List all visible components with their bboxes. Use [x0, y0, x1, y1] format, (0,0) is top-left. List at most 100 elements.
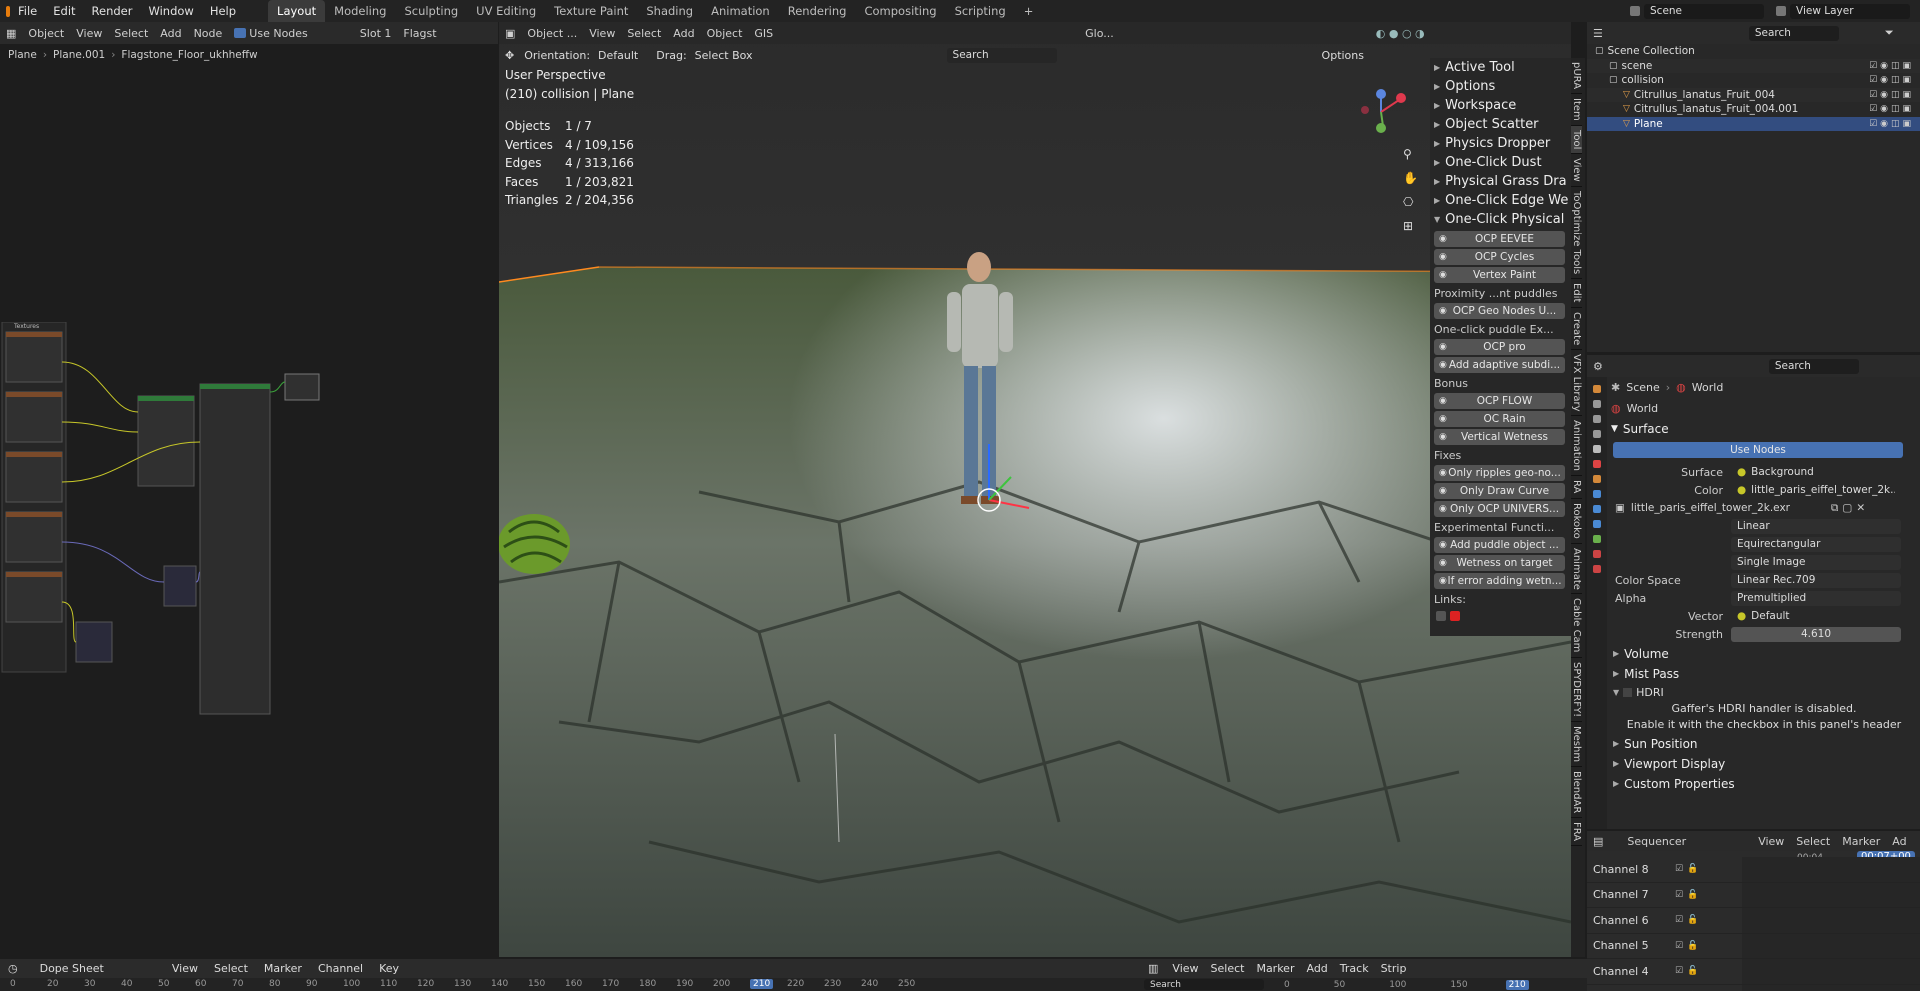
visibility-toggle-icons[interactable]: ☑◉◫▣: [1869, 61, 1920, 71]
dope-menu-marker[interactable]: Marker: [256, 962, 310, 975]
sequencer-channel[interactable]: Channel 7 ☑🔓: [1587, 882, 1920, 908]
visibility-toggle-icons[interactable]: ☑◉◫▣: [1869, 104, 1920, 114]
node-menu-view[interactable]: View: [70, 27, 108, 40]
nla-editor[interactable]: ▥ View Select Marker Add Track Strip Sea…: [1140, 959, 1587, 991]
sidebar-tab[interactable]: Cable Cam: [1571, 594, 1582, 658]
outliner-row[interactable]: ▽ Citrullus_lanatus_Fruit_004.001 ☑◉◫▣: [1587, 102, 1920, 117]
world-datablock[interactable]: ◍ World: [1611, 397, 1917, 419]
channel-track[interactable]: [1742, 933, 1920, 958]
outliner-row[interactable]: ▽ Citrullus_lanatus_Fruit_004 ☑◉◫▣: [1587, 87, 1920, 102]
dope-sheet-mode-dropdown[interactable]: Dope Sheet: [26, 962, 112, 975]
outliner-editor-icon[interactable]: ☰: [1587, 27, 1609, 40]
channel-track[interactable]: [1742, 959, 1920, 984]
menu-window[interactable]: Window: [140, 0, 201, 22]
properties-search-input[interactable]: Search: [1768, 358, 1859, 374]
npanel-button[interactable]: ◉ OCP Cycles: [1434, 249, 1565, 265]
tab-compositing[interactable]: Compositing: [855, 0, 945, 22]
data-tab-icon[interactable]: [1593, 535, 1601, 543]
npanel-section-header[interactable]: ▶ Physics Dropper: [1430, 134, 1571, 153]
dope-menu-key[interactable]: Key: [371, 962, 407, 975]
npanel-button[interactable]: ◉ Wetness on target: [1434, 555, 1565, 571]
npanel-button[interactable]: ◉ OCP FLOW: [1434, 393, 1565, 409]
properties-editor-icon[interactable]: ⚙: [1587, 360, 1609, 373]
npanel-section-header[interactable]: ▶ Physical Grass Dra: [1430, 172, 1571, 191]
npanel-section-header[interactable]: ▶ Active Tool: [1430, 58, 1571, 77]
sequencer-menu-add[interactable]: Ad: [1886, 835, 1912, 848]
menu-edit[interactable]: Edit: [45, 0, 83, 22]
extension-dropdown[interactable]: Single Image: [1731, 554, 1901, 570]
world-name-field[interactable]: World: [1627, 402, 1659, 415]
npanel-button[interactable]: ◉ Only Draw Curve: [1434, 483, 1565, 499]
blender-logo-icon[interactable]: [0, 5, 10, 17]
nla-menu-view[interactable]: View: [1166, 962, 1204, 975]
move-tool-icon[interactable]: ✥: [499, 49, 520, 62]
slot-dropdown[interactable]: Slot 1: [354, 27, 398, 40]
view-layer-selector[interactable]: View Layer: [1776, 2, 1910, 20]
world-tab-icon[interactable]: [1593, 460, 1601, 468]
npanel-button[interactable]: ◉ Only ripples geo-no...: [1434, 465, 1565, 481]
nla-editor-icon[interactable]: ▥: [1140, 962, 1166, 975]
image-datablock-row[interactable]: ▣ little_paris_eiffel_tower_2k.exr ⧉▢✕: [1611, 499, 1917, 517]
tab-layout[interactable]: Layout: [268, 0, 326, 22]
channel-toggle-icons[interactable]: ☑🔓: [1675, 966, 1702, 976]
node-menu-select[interactable]: Select: [108, 27, 154, 40]
viewport-editor-icon[interactable]: ▣: [499, 27, 521, 40]
interp-dropdown[interactable]: Linear: [1731, 518, 1901, 534]
sidebar-tab[interactable]: View: [1571, 154, 1582, 187]
particles-tab-icon[interactable]: [1593, 505, 1601, 513]
texture-tab-icon[interactable]: [1593, 565, 1601, 573]
surface-shader-field[interactable]: ● Background: [1731, 465, 1901, 480]
node-graph[interactable]: Textures: [0, 322, 330, 722]
tab-uv-editing[interactable]: UV Editing: [467, 0, 545, 22]
outliner-row[interactable]: ▽ Plane ☑◉◫▣: [1587, 116, 1920, 131]
viewport-menu-add[interactable]: Add: [667, 27, 700, 40]
sequencer-channel[interactable]: Channel 5 ☑🔓: [1587, 933, 1920, 959]
nla-menu-strip[interactable]: Strip: [1375, 962, 1413, 975]
sidebar-tab[interactable]: RA: [1571, 476, 1582, 499]
editor-type-icon[interactable]: ▦: [0, 27, 22, 40]
color-space-dropdown[interactable]: Linear Rec.709: [1731, 572, 1901, 588]
sidebar-tab[interactable]: pURA: [1571, 58, 1582, 95]
surface-panel-header[interactable]: ▼ Surface: [1611, 419, 1917, 439]
sequencer[interactable]: ▤ Sequencer View Select Marker Ad 00:04 …: [1587, 831, 1920, 991]
tab-modeling[interactable]: Modeling: [325, 0, 395, 22]
visibility-toggle-icons[interactable]: ☑◉◫▣: [1869, 90, 1920, 100]
dope-menu-view[interactable]: View: [164, 962, 206, 975]
pan-icon[interactable]: ✋: [1403, 171, 1418, 185]
viewport-menu-view[interactable]: View: [583, 27, 621, 40]
custom-properties-panel-header[interactable]: ▶ Custom Properties: [1611, 774, 1917, 793]
npanel-button[interactable]: ◉ Vertical Wetness: [1434, 429, 1565, 445]
npanel-button[interactable]: ◉ OCP EEVEE: [1434, 231, 1565, 247]
sidebar-tab[interactable]: Animation: [1571, 416, 1582, 477]
output-tab-icon[interactable]: [1593, 415, 1601, 423]
youtube-icon[interactable]: [1450, 611, 1460, 621]
hdri-checkbox[interactable]: [1623, 687, 1633, 697]
scene-name[interactable]: Scene: [1644, 3, 1764, 19]
sidebar-tab[interactable]: Rokoko: [1571, 499, 1582, 544]
dope-sheet[interactable]: ◷ Dope Sheet View Select Marker Channel …: [0, 959, 1140, 991]
projection-dropdown[interactable]: Equirectangular: [1731, 536, 1901, 552]
modifier-tab-icon[interactable]: [1593, 490, 1601, 498]
transform-pivot-dropdown[interactable]: Glo...: [1079, 27, 1120, 40]
node-menu-node[interactable]: Node: [188, 27, 229, 40]
npanel-section-header[interactable]: ▶ One-Click Dust: [1430, 153, 1571, 172]
visibility-toggle-icons[interactable]: ☑◉◫▣: [1869, 119, 1920, 129]
filter-icon[interactable]: ⏷: [1879, 26, 1900, 40]
sidebar-tab[interactable]: VFX Library: [1571, 350, 1582, 417]
npanel-section-header[interactable]: ▶ Workspace: [1430, 96, 1571, 115]
sequencer-menu-marker[interactable]: Marker: [1836, 835, 1886, 848]
node-menu-add[interactable]: Add: [154, 27, 187, 40]
sequencer-editor-icon[interactable]: ▤: [1587, 835, 1609, 848]
channel-toggle-icons[interactable]: ☑🔓: [1675, 941, 1702, 951]
nla-menu-select[interactable]: Select: [1205, 962, 1251, 975]
npanel-button[interactable]: ◉ Add puddle object ...: [1434, 537, 1565, 553]
tool-tab-icon[interactable]: [1593, 385, 1601, 393]
color-input-field[interactable]: ● little_paris_eiffel_tower_2k...: [1731, 483, 1901, 498]
channel-track[interactable]: [1742, 908, 1920, 933]
sequencer-menu-view[interactable]: View: [1752, 835, 1790, 848]
nla-current-frame[interactable]: 210: [1505, 979, 1529, 990]
sidebar-tab[interactable]: Tool: [1571, 125, 1582, 155]
nla-menu-marker[interactable]: Marker: [1250, 962, 1300, 975]
npanel-button[interactable]: ◉ Only OCP UNIVERS...: [1434, 501, 1565, 517]
tab-sculpting[interactable]: Sculpting: [395, 0, 467, 22]
